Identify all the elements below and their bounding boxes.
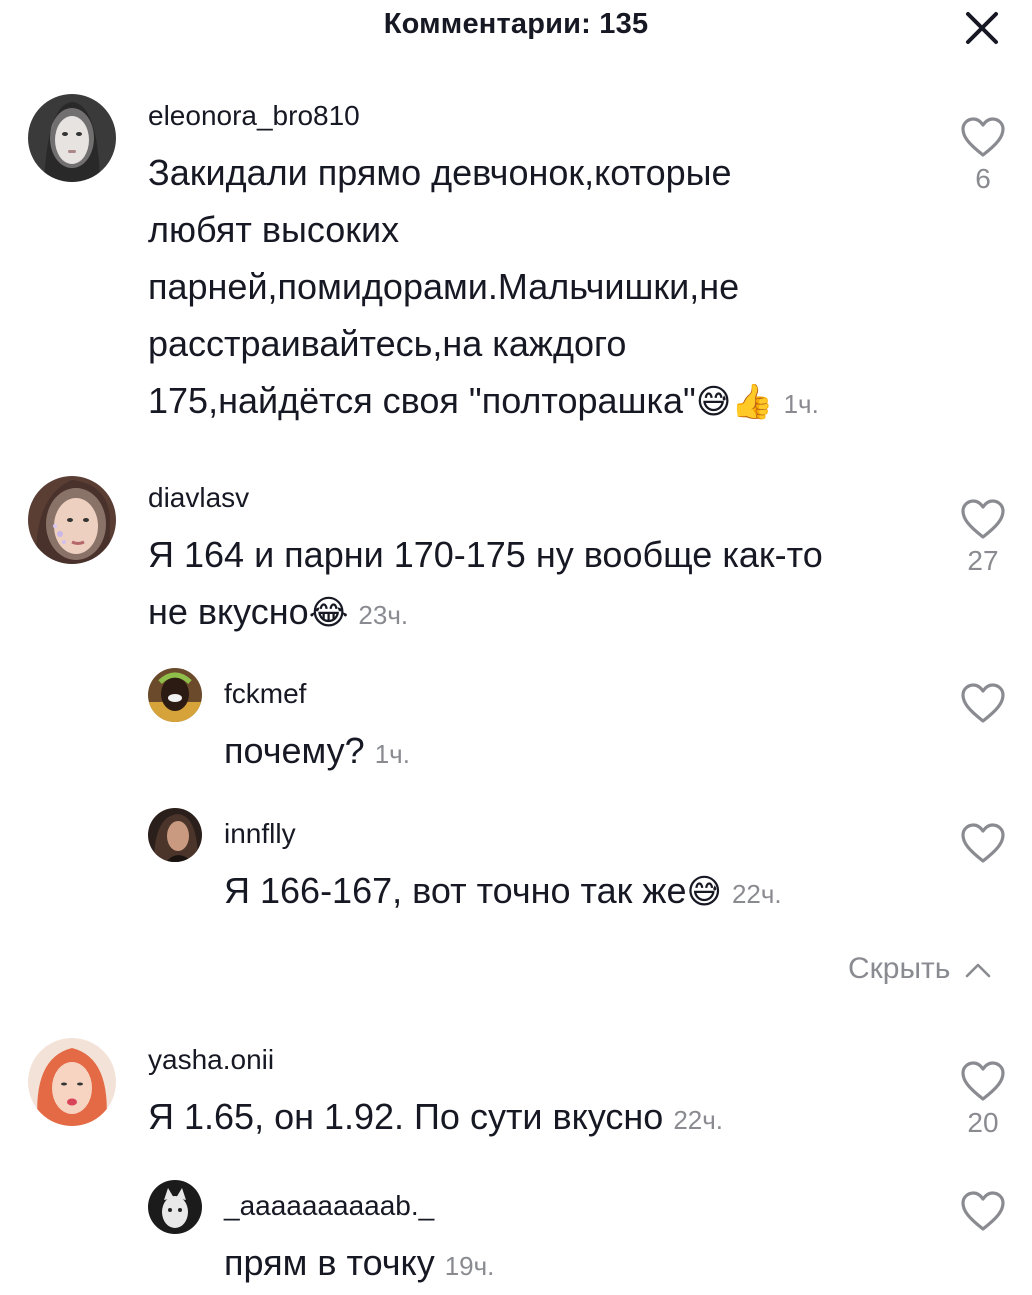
heart-outline-icon (961, 117, 1005, 157)
like-button[interactable]: 6 (956, 116, 1010, 195)
comment-username[interactable]: yasha.onii (148, 1044, 274, 1076)
comment-text: Я 1.65, он 1.92. По сути вкусно 22ч. (148, 1088, 928, 1149)
heart-outline-icon (961, 683, 1005, 723)
reply-username[interactable]: _aaaaaaaaaab._ (224, 1190, 434, 1222)
reply-text: почему? 1ч. (224, 722, 410, 783)
comment-text-line: не вкусно😂 23ч. (148, 583, 928, 644)
like-count: 6 (975, 163, 991, 194)
reply-text-content: прям в точку (224, 1242, 435, 1283)
comment-text: Я 164 и парни 170-175 ну вообще как-то н… (148, 526, 928, 644)
heart-outline-icon (961, 1191, 1005, 1231)
comment-text: Закидали прямо девчонок,которые любят вы… (148, 144, 928, 433)
heart-outline-icon (961, 823, 1005, 863)
avatar[interactable] (28, 476, 116, 564)
comments-count-title: Комментарии: 135 (383, 8, 649, 40)
comment-text-line: Закидали прямо девчонок,которые (148, 152, 732, 193)
emoji: 😅 (686, 873, 722, 911)
like-count: 27 (967, 545, 999, 576)
comment-username[interactable]: eleonora_bro810 (148, 100, 360, 132)
reply-text: Я 166-167, вот точно так же😅 22ч. (224, 862, 782, 923)
comment-text-line-tail: 175,найдётся своя "полторашка" (148, 380, 696, 421)
like-button[interactable] (956, 822, 1010, 869)
emoji: 😂 (308, 594, 349, 632)
emoji: 😅👍 (695, 383, 774, 421)
heart-outline-icon (961, 499, 1005, 539)
reply-username[interactable]: fckmef (224, 678, 306, 710)
reply-username[interactable]: innflly (224, 818, 296, 850)
like-button[interactable]: 27 (956, 498, 1010, 577)
reply-text-content: Я 166-167, вот точно так же (224, 870, 687, 911)
comment-time: 23ч. (358, 600, 409, 630)
comments-header: Комментарии: 135 (0, 0, 1032, 60)
like-button[interactable] (956, 682, 1010, 729)
comment-time: 1ч. (783, 389, 819, 419)
comment-username[interactable]: diavlasv (148, 482, 249, 514)
avatar[interactable] (28, 1038, 116, 1126)
close-button[interactable] (960, 6, 1004, 50)
avatar[interactable] (148, 668, 202, 722)
reply-time: 22ч. (731, 879, 782, 909)
like-count: 20 (967, 1107, 999, 1138)
comment-text-line: 175,найдётся своя "полторашка"😅👍 1ч. (148, 372, 928, 433)
avatar[interactable] (28, 94, 116, 182)
reply-time: 19ч. (444, 1251, 495, 1281)
chevron-up-icon (965, 963, 991, 978)
reply-text: прям в точку 19ч. (224, 1234, 494, 1295)
reply-time: 1ч. (374, 739, 410, 769)
comment-text-line: Я 1.65, он 1.92. По сути вкусно 22ч. (148, 1088, 928, 1149)
comment-text-line-tail: Я 1.65, он 1.92. По сути вкусно (148, 1096, 664, 1137)
avatar[interactable] (148, 808, 202, 862)
comment-text-line: Я 164 и парни 170-175 ну вообще как-то (148, 534, 823, 575)
close-icon (966, 12, 998, 44)
like-button[interactable] (956, 1190, 1010, 1237)
comment-text-line-tail: не вкусно (148, 591, 309, 632)
hide-replies-label: Скрыть (848, 952, 951, 985)
comment-text-line: любят высоких (148, 209, 400, 250)
comment-text-line: расстраивайтесь,на каждого (148, 323, 627, 364)
hide-replies-button[interactable]: Скрыть (848, 952, 993, 986)
avatar[interactable] (148, 1180, 202, 1234)
comment-time: 22ч. (673, 1105, 724, 1135)
comment-text-line: парней,помидорами.Мальчишки,не (148, 266, 740, 307)
heart-outline-icon (961, 1061, 1005, 1101)
reply-text-content: почему? (224, 730, 365, 771)
like-button[interactable]: 20 (956, 1060, 1010, 1139)
